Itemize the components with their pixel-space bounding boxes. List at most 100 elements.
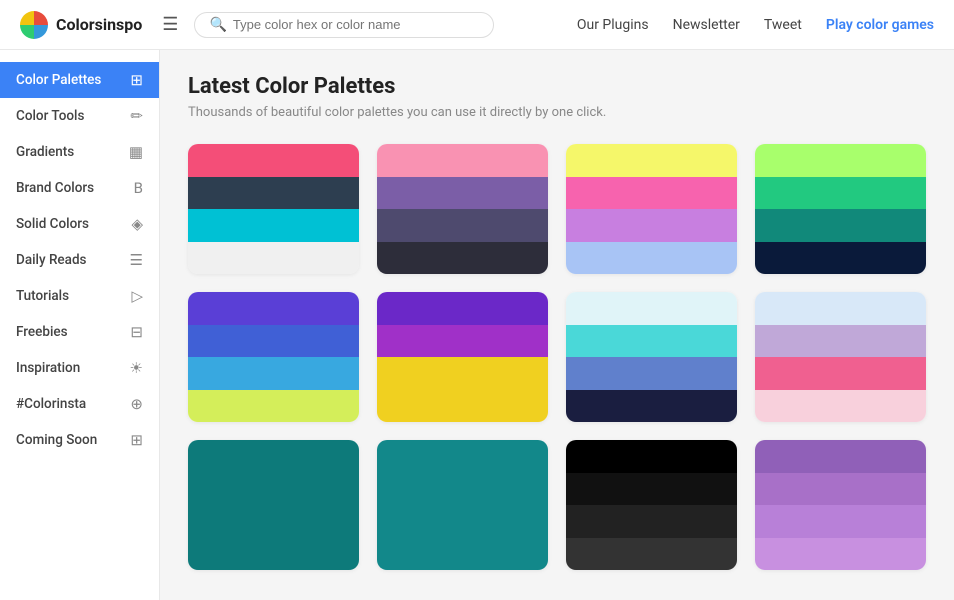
header-nav: Our Plugins Newsletter Tweet Play color … xyxy=(577,17,934,33)
palette-card[interactable] xyxy=(566,440,737,570)
sidebar-label: Brand Colors xyxy=(16,180,94,196)
palette-swatches xyxy=(188,144,359,274)
search-bar: 🔍 xyxy=(194,12,494,38)
color-swatch xyxy=(188,390,359,423)
color-swatch xyxy=(566,390,737,423)
color-swatch xyxy=(755,325,926,358)
palette-card[interactable] xyxy=(188,144,359,274)
palette-swatches xyxy=(377,440,548,570)
sidebar-label: Solid Colors xyxy=(16,216,89,232)
palette-card[interactable] xyxy=(377,292,548,422)
palette-card[interactable] xyxy=(188,440,359,570)
palette-swatches xyxy=(377,144,548,274)
color-swatch xyxy=(377,144,548,177)
sidebar-icon: ⊞ xyxy=(130,431,143,449)
sidebar-item-freebies[interactable]: Freebies ⊟ xyxy=(0,314,159,350)
palette-swatches xyxy=(566,440,737,570)
color-swatch xyxy=(377,473,548,506)
palette-swatches xyxy=(188,292,359,422)
color-swatch xyxy=(755,144,926,177)
sidebar-item-colorinsta[interactable]: #Colorinsta ⊕ xyxy=(0,386,159,422)
palette-card[interactable] xyxy=(377,144,548,274)
logo[interactable]: Colorsinspo xyxy=(20,11,142,39)
color-swatch xyxy=(566,209,737,242)
color-swatch xyxy=(566,325,737,358)
logo-text: Colorsinspo xyxy=(56,15,142,34)
sidebar-label: Daily Reads xyxy=(16,252,87,268)
page-subtitle: Thousands of beautiful color palettes yo… xyxy=(188,105,926,120)
color-swatch xyxy=(755,177,926,210)
sidebar-icon: ⊟ xyxy=(130,323,143,341)
sidebar-item-tutorials[interactable]: Tutorials ▷ xyxy=(0,278,159,314)
color-swatch xyxy=(377,505,548,538)
palette-card[interactable] xyxy=(377,440,548,570)
color-swatch xyxy=(566,177,737,210)
nav-plugins[interactable]: Our Plugins xyxy=(577,17,649,33)
palette-card[interactable] xyxy=(755,440,926,570)
palette-card[interactable] xyxy=(755,292,926,422)
color-swatch xyxy=(566,440,737,473)
color-swatch xyxy=(566,242,737,275)
color-swatch xyxy=(188,177,359,210)
color-swatch xyxy=(755,440,926,473)
color-swatch xyxy=(188,144,359,177)
color-swatch xyxy=(566,357,737,390)
palette-card[interactable] xyxy=(566,144,737,274)
color-swatch xyxy=(377,242,548,275)
palette-swatches xyxy=(755,292,926,422)
palette-swatches xyxy=(566,292,737,422)
nav-tweet[interactable]: Tweet xyxy=(764,17,802,33)
search-icon: 🔍 xyxy=(209,17,226,33)
color-swatch xyxy=(188,357,359,390)
color-swatch xyxy=(188,473,359,506)
sidebar-icon: ⊕ xyxy=(130,395,143,413)
page-title: Latest Color Palettes xyxy=(188,74,926,99)
sidebar-item-color-tools[interactable]: Color Tools ✏ xyxy=(0,98,159,134)
color-swatch xyxy=(377,209,548,242)
sidebar-item-daily-reads[interactable]: Daily Reads ☰ xyxy=(0,242,159,278)
color-swatch xyxy=(377,390,548,423)
sidebar-icon: ▦ xyxy=(129,143,143,161)
sidebar-label: Freebies xyxy=(16,324,68,340)
color-swatch xyxy=(755,473,926,506)
search-input[interactable] xyxy=(233,17,480,32)
palette-card[interactable] xyxy=(755,144,926,274)
sidebar-icon: ☰ xyxy=(130,251,143,269)
sidebar-item-coming-soon[interactable]: Coming Soon ⊞ xyxy=(0,422,159,458)
logo-icon xyxy=(20,11,48,39)
sidebar-icon: ✏ xyxy=(130,107,143,125)
color-swatch xyxy=(755,357,926,390)
color-swatch xyxy=(755,390,926,423)
sidebar-item-brand-colors[interactable]: Brand Colors B xyxy=(0,170,159,206)
color-swatch xyxy=(566,292,737,325)
sidebar-item-gradients[interactable]: Gradients ▦ xyxy=(0,134,159,170)
color-swatch xyxy=(566,473,737,506)
header: Colorsinspo ☰ 🔍 Our Plugins Newsletter T… xyxy=(0,0,954,50)
layout: Color Palettes ⊞ Color Tools ✏ Gradients… xyxy=(0,50,954,600)
color-swatch xyxy=(188,505,359,538)
main-content: Latest Color Palettes Thousands of beaut… xyxy=(160,50,954,600)
palette-swatches xyxy=(188,440,359,570)
sidebar-icon: ⊞ xyxy=(130,71,143,89)
sidebar-label: Color Tools xyxy=(16,108,84,124)
sidebar-label: Coming Soon xyxy=(16,432,97,448)
sidebar-label: Tutorials xyxy=(16,288,69,304)
sidebar-icon: ☀ xyxy=(130,359,143,377)
sidebar-item-solid-colors[interactable]: Solid Colors ◈ xyxy=(0,206,159,242)
color-swatch xyxy=(188,440,359,473)
color-swatch xyxy=(566,538,737,571)
sidebar-item-inspiration[interactable]: Inspiration ☀ xyxy=(0,350,159,386)
color-swatch xyxy=(377,292,548,325)
color-swatch xyxy=(377,325,548,358)
hamburger-icon[interactable]: ☰ xyxy=(162,14,178,35)
nav-newsletter[interactable]: Newsletter xyxy=(673,17,740,33)
sidebar-item-color-palettes[interactable]: Color Palettes ⊞ xyxy=(0,62,159,98)
sidebar-icon: ▷ xyxy=(131,287,143,305)
sidebar-icon: B xyxy=(134,179,143,197)
sidebar-label: #Colorinsta xyxy=(16,396,86,412)
color-swatch xyxy=(755,505,926,538)
palette-card[interactable] xyxy=(188,292,359,422)
palette-grid xyxy=(188,144,926,570)
palette-card[interactable] xyxy=(566,292,737,422)
nav-play[interactable]: Play color games xyxy=(826,17,934,33)
